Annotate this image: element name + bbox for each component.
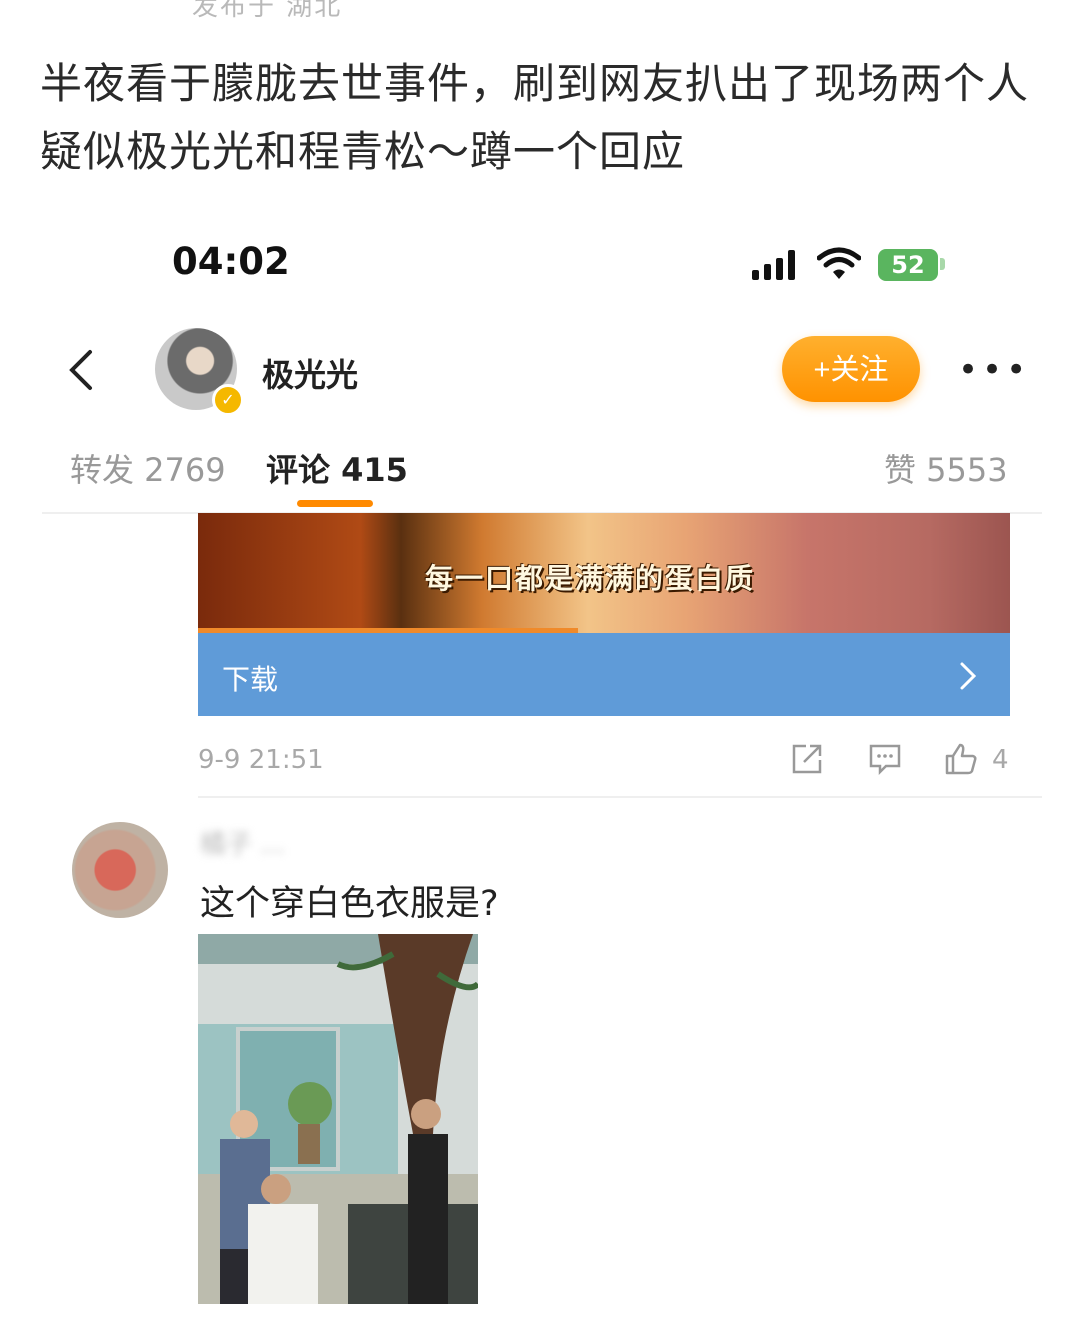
post-location: 发布于 湖北 (192, 0, 343, 22)
verified-icon: ✓ (212, 384, 244, 416)
ad-caption: 每一口都是满满的蛋白质 (425, 562, 756, 595)
signal-icon (752, 250, 800, 280)
back-icon[interactable] (62, 348, 102, 392)
chevron-right-icon (960, 662, 977, 690)
more-icon[interactable]: ••• (958, 350, 1030, 390)
battery-icon: 52 (878, 249, 938, 281)
share-icon[interactable] (790, 742, 824, 776)
comment-photo[interactable] (198, 934, 478, 1304)
comment-text: 这个穿白色衣服是? (200, 884, 499, 924)
like-count: 4 (992, 745, 1009, 775)
post-headline: 半夜看于朦胧去世事件，刷到网友扒出了现场两个人疑似极光光和程青松～蹲一个回应 (40, 59, 1030, 176)
follow-button[interactable]: +关注 (782, 336, 920, 402)
username[interactable]: 极光光 (262, 350, 358, 396)
commenter-name[interactable]: 橘子 ... (200, 824, 345, 860)
tab-likes[interactable]: 赞 5553 (884, 445, 1008, 491)
download-label: 下载 (222, 663, 279, 696)
battery-tip (940, 258, 945, 270)
comment-icon[interactable] (868, 742, 902, 776)
comment-divider (198, 796, 1042, 798)
status-time: 04:02 (172, 240, 290, 283)
tab-reposts[interactable]: 转发 2769 (70, 445, 226, 491)
like-icon[interactable] (944, 742, 978, 776)
download-button[interactable] (198, 633, 1010, 716)
tab-comments[interactable]: 评论 415 (266, 445, 408, 491)
active-tab-indicator (297, 500, 373, 507)
commenter-avatar[interactable] (72, 822, 168, 918)
comment-timestamp: 9-9 21:51 (198, 745, 324, 775)
wifi-icon (817, 247, 861, 279)
